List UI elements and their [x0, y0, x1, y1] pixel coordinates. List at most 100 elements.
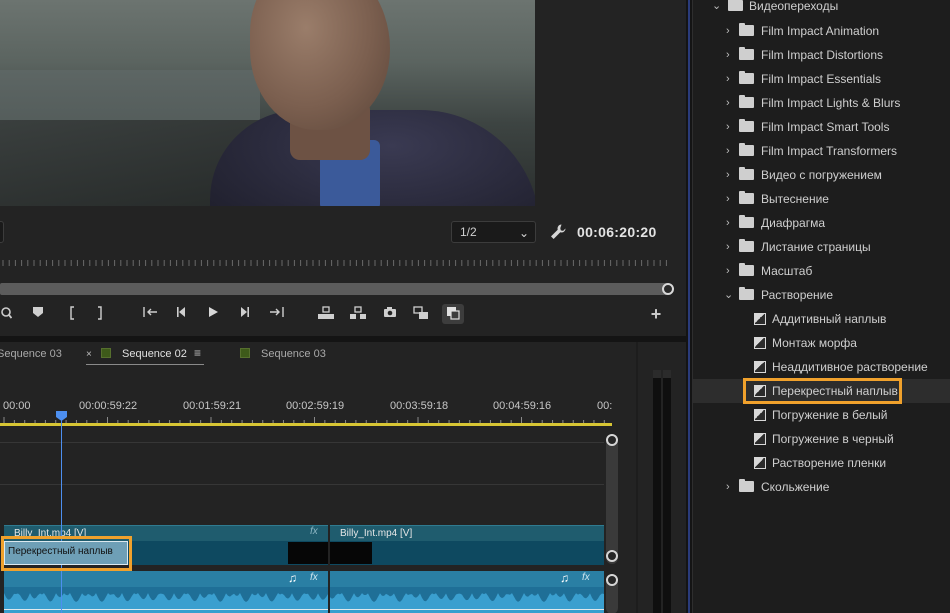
vertical-scrollbar[interactable]	[606, 434, 618, 564]
folder-icon	[728, 0, 743, 11]
fx-badge[interactable]: fx	[310, 526, 318, 537]
effect-label: Аддитивный наплыв	[772, 312, 887, 326]
scrollbar-handle[interactable]	[606, 550, 618, 562]
ruler-label: 00:00	[3, 400, 31, 412]
effect-item[interactable]: Погружение в черный	[693, 427, 950, 451]
audio-waveform-right[interactable]	[330, 587, 604, 613]
effects-folder[interactable]: › Скольжение	[693, 475, 950, 499]
effects-folder[interactable]: › Film Impact Smart Tools	[693, 115, 950, 139]
meter-channel-right	[663, 370, 671, 613]
transition-effect-icon	[754, 337, 766, 349]
chevron-right-icon: ›	[726, 169, 730, 181]
mark-out-icon[interactable]	[89, 304, 111, 324]
effect-item[interactable]: Растворение пленки	[693, 451, 950, 475]
scrollbar-handle[interactable]	[606, 574, 618, 586]
tab-sequence-03-right[interactable]: Sequence 03	[261, 348, 326, 360]
step-forward-icon[interactable]	[233, 304, 255, 324]
folder-label: Film Impact Distortions	[761, 48, 884, 62]
comparison-view-icon[interactable]	[410, 304, 432, 324]
audio-clip-left[interactable]	[4, 571, 328, 587]
mark-in-icon[interactable]	[61, 304, 83, 324]
scrollbar-handle[interactable]	[606, 434, 618, 446]
export-frame-icon[interactable]	[379, 304, 401, 324]
effects-folder[interactable]: › Видео с погружением	[693, 163, 950, 187]
waveform-shape	[4, 587, 328, 602]
tab-sequence-03-left[interactable]: Sequence 03	[0, 348, 62, 360]
fx-badge[interactable]: fx	[310, 572, 318, 583]
folder-video-transitions[interactable]: ⌄ Видеопереходы	[693, 0, 950, 18]
fx-badge[interactable]: fx	[582, 572, 590, 583]
video-preview	[0, 0, 535, 206]
folder-label: Film Impact Essentials	[761, 72, 882, 86]
focus-border	[688, 0, 690, 613]
effects-folder[interactable]: › Film Impact Distortions	[693, 43, 950, 67]
transition-effect-icon	[754, 409, 766, 421]
go-to-out-icon[interactable]	[266, 304, 288, 324]
audio-waveform-left[interactable]	[4, 587, 328, 613]
effects-folder[interactable]: › Film Impact Animation	[693, 19, 950, 43]
step-back-icon[interactable]	[171, 304, 193, 324]
effects-folder[interactable]: › Вытеснение	[693, 187, 950, 211]
add-button-icon[interactable]: +	[645, 304, 667, 324]
transition-effect-icon	[754, 313, 766, 325]
lift-icon[interactable]	[315, 304, 337, 324]
add-marker-icon[interactable]	[27, 304, 49, 324]
monitor-scrub-bar[interactable]	[0, 283, 668, 295]
wrench-icon[interactable]	[548, 222, 568, 242]
chevron-down-icon: ⌄	[518, 226, 529, 240]
folder-label: Film Impact Transformers	[761, 144, 898, 158]
tab-menu-icon[interactable]: ≡	[194, 346, 201, 360]
audio-meters	[638, 342, 686, 613]
track-separator	[0, 442, 604, 443]
transition-effect-icon	[754, 433, 766, 445]
time-ruler[interactable]: 00:00 00:00:59:22 00:01:59:21 00:02:59:1…	[0, 392, 612, 432]
ruler-label: 00:	[597, 400, 613, 412]
chevron-right-icon: ›	[726, 481, 730, 493]
folder-label: Film Impact Smart Tools	[761, 120, 890, 134]
tab-sequence-02[interactable]: Sequence 02	[122, 348, 187, 360]
chevron-right-icon: ›	[726, 97, 730, 109]
chevron-down-icon: ⌄	[724, 289, 734, 301]
effect-item[interactable]: Монтаж морфа	[693, 331, 950, 355]
effect-item[interactable]: Погружение в белый	[693, 403, 950, 427]
timeline-panel: Sequence 03 × Sequence 02 ≡ Sequence 03 …	[0, 342, 636, 613]
effects-folder[interactable]: › Film Impact Essentials	[693, 67, 950, 91]
playback-resolution-select[interactable]: 1/2 ⌄	[451, 221, 536, 243]
effect-highlight-frame	[743, 378, 902, 404]
play-icon[interactable]	[202, 304, 224, 324]
folder-label: Видео с погружением	[761, 168, 882, 182]
extract-icon[interactable]	[347, 304, 369, 324]
toggle-proxies-icon[interactable]	[442, 304, 464, 324]
effects-folder[interactable]: › Film Impact Transformers	[693, 139, 950, 163]
work-area-bar[interactable]	[0, 423, 612, 426]
zoom-to-fit-icon[interactable]	[0, 304, 16, 324]
effects-folder[interactable]: › Film Impact Lights & Blurs	[693, 91, 950, 115]
folder-icon	[739, 287, 754, 300]
volume-line	[4, 609, 328, 610]
effects-folder[interactable]: › Листание страницы	[693, 235, 950, 259]
chevron-right-icon: ›	[726, 217, 730, 229]
transition-highlight-frame	[1, 536, 132, 571]
folder-label: Растворение	[761, 288, 834, 302]
clip-billy-int-v-right[interactable]: Billy_Int.mp4 [V]	[330, 525, 604, 541]
folder-label: Диафрагма	[761, 216, 826, 230]
folder-icon	[739, 71, 754, 84]
effect-item[interactable]: Аддитивный наплыв	[693, 307, 950, 331]
audio-track-a1: ♫ fx ♫ fx	[0, 571, 604, 613]
effect-item[interactable]: Неаддитивное растворение	[693, 355, 950, 379]
close-tab-icon[interactable]: ×	[86, 349, 92, 360]
effects-folder[interactable]: › Диафрагма	[693, 211, 950, 235]
active-tab-underline	[86, 364, 204, 365]
scrub-handle[interactable]	[662, 283, 674, 295]
folder-label: Масштаб	[761, 264, 813, 278]
folder-label: Видеопереходы	[749, 0, 839, 13]
effects-folder[interactable]: ⌄ Растворение	[693, 283, 950, 307]
zoom-select-partial[interactable]	[0, 221, 4, 243]
program-monitor: 1/2 ⌄ 00:06:20:20 +	[0, 0, 686, 336]
effects-folder[interactable]: › Масштаб	[693, 259, 950, 283]
chevron-right-icon: ›	[726, 121, 730, 133]
playhead-timecode[interactable]: 00:06:20:20	[577, 224, 657, 240]
go-to-in-icon[interactable]	[139, 304, 161, 324]
ruler-label: 00:00:59:22	[79, 400, 138, 412]
monitor-time-ruler[interactable]	[0, 256, 672, 270]
